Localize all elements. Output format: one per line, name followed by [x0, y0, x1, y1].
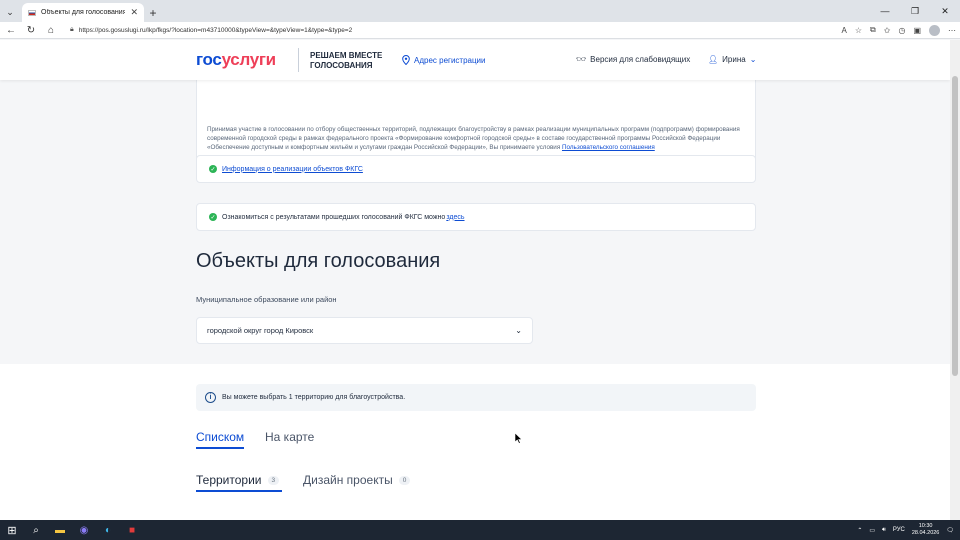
- user-name: Ирина: [722, 55, 746, 64]
- results-info-card: ✓ Ознакомиться с результатами прошедших …: [196, 203, 756, 231]
- design-count-badge: 0: [398, 475, 411, 485]
- clock-time: 10:30: [918, 523, 933, 529]
- recorder-app-icon[interactable]: ■: [120, 520, 144, 540]
- page-scrollbar[interactable]: [950, 40, 960, 520]
- restore-icon[interactable]: ❐: [900, 0, 930, 22]
- selection-notice: i Вы можете выбрать 1 территорию для бла…: [196, 384, 756, 411]
- volume-icon[interactable]: 🔊︎: [882, 527, 886, 534]
- clock-date: 28.04.2026: [911, 530, 940, 536]
- back-icon[interactable]: ←: [4, 23, 18, 37]
- tray-chevron-icon[interactable]: ⌃: [857, 527, 862, 534]
- municipality-select[interactable]: городской округ город Кировск ⌄: [196, 317, 533, 344]
- browser-tabstrip: ⌄ Объекты для голосования ✕ + — ❐ ✕: [0, 0, 960, 22]
- fkgs-info-card: ✓ Информация о реализации объектов ФКГС: [196, 155, 756, 183]
- flag-favicon-icon: [28, 9, 36, 16]
- new-tab-button[interactable]: +: [144, 3, 162, 22]
- logo-divider: [298, 48, 299, 72]
- municipality-select-value: городской округ город Кировск: [207, 326, 314, 335]
- file-explorer-icon[interactable]: ▬: [48, 520, 72, 540]
- page-viewport: Принимая участие в голосовании по отбору…: [0, 40, 950, 520]
- system-tray: ⌃ ▭ 🔊︎ РУС 10:30 28.04.2026 🗨︎: [857, 520, 960, 540]
- read-aloud-icon[interactable]: A: [842, 26, 847, 35]
- favorites-icon[interactable]: ✩: [884, 26, 891, 35]
- list-tab-underline: [196, 447, 244, 449]
- registration-address-link[interactable]: Адрес регистрации: [402, 55, 486, 65]
- home-icon[interactable]: ⌂: [44, 23, 58, 37]
- tab-actions-icon[interactable]: ⌄: [0, 2, 20, 22]
- history-icon[interactable]: ◷: [898, 26, 905, 35]
- check-circle-icon: ✓: [209, 213, 217, 221]
- address-bar[interactable]: 🔒︎ https://pos.gosuslugi.ru/lkp/fkgs/?lo…: [64, 23, 828, 37]
- browser-toolbar: ← ↻ ⌂ 🔒︎ https://pos.gosuslugi.ru/lkp/fk…: [0, 22, 960, 39]
- language-indicator[interactable]: РУС: [893, 527, 905, 533]
- tab-title: Объекты для голосования: [41, 9, 126, 16]
- site-header: госуслуги РЕШАЕМ ВМЕСТЕ ГОЛОСОВАНИЯ Адре…: [0, 40, 950, 80]
- extensions-icon[interactable]: ⧉: [870, 25, 876, 35]
- gosuslugi-logo[interactable]: госуслуги: [196, 50, 276, 70]
- edge-browser-icon[interactable]: ◐: [96, 520, 120, 540]
- taskbar: ⊞ ⌕ ▬ ◉ ◐ ■ ⌃ ▭ 🔊︎ РУС 10:30 28.04.2026 …: [0, 520, 960, 540]
- user-menu[interactable]: 👤︎ Ирина ⌄: [708, 55, 756, 64]
- profile-avatar[interactable]: [929, 24, 940, 36]
- location-pin-icon: [402, 55, 410, 65]
- toolbar-actions: A ☆ ⧉ ✩ ◷ ▣ ⋯: [842, 24, 956, 36]
- municipality-label: Муниципальное образование или район: [196, 295, 337, 304]
- results-link[interactable]: здесь: [446, 214, 464, 221]
- window-close-icon[interactable]: ✕: [930, 0, 960, 22]
- objects-section: i Вы можете выбрать 1 территорию для бла…: [0, 364, 950, 520]
- network-icon[interactable]: ▭: [869, 527, 875, 534]
- close-icon[interactable]: ✕: [130, 7, 138, 18]
- search-icon[interactable]: ⌕: [24, 520, 48, 540]
- chevron-down-icon: ⌄: [515, 326, 522, 335]
- tab-territories-label: Территории: [196, 473, 262, 487]
- favorite-star-icon[interactable]: ☆: [855, 26, 862, 35]
- notifications-icon[interactable]: 🗨︎: [946, 527, 954, 534]
- reload-icon[interactable]: ↻: [24, 23, 38, 37]
- slogan: РЕШАЕМ ВМЕСТЕ ГОЛОСОВАНИЯ: [310, 51, 383, 70]
- windows-start-icon[interactable]: ⊞: [0, 520, 24, 540]
- registration-address-label: Адрес регистрации: [414, 55, 486, 65]
- tab-design-projects[interactable]: Дизайн проекты 0: [303, 470, 411, 490]
- info-icon: i: [205, 392, 216, 403]
- minimize-icon[interactable]: —: [870, 0, 900, 22]
- glasses-icon: 👓︎: [576, 55, 587, 64]
- window-controls: — ❐ ✕: [870, 0, 960, 22]
- territories-count-badge: 3: [267, 475, 280, 485]
- chevron-down-icon: ⌄: [749, 55, 757, 64]
- check-circle-icon: ✓: [209, 165, 217, 173]
- user-agreement-link[interactable]: Пользовательского соглашения: [562, 144, 655, 151]
- tab-design-label: Дизайн проекты: [303, 473, 393, 487]
- consent-text: Принимая участие в голосовании по отбору…: [207, 126, 740, 151]
- lock-icon: 🔒︎: [70, 26, 74, 33]
- tab-map-view[interactable]: На карте: [265, 430, 314, 444]
- app-icon[interactable]: ◉: [72, 520, 96, 540]
- page-title: Объекты для голосования: [196, 250, 441, 272]
- clock[interactable]: 10:30 28.04.2026: [912, 523, 940, 537]
- scrollbar-thumb[interactable]: [952, 76, 958, 376]
- browser-tab[interactable]: Объекты для голосования ✕: [22, 3, 144, 22]
- collections-icon[interactable]: ▣: [913, 26, 921, 35]
- address-url: https://pos.gosuslugi.ru/lkp/fkgs/?locat…: [78, 26, 353, 34]
- more-menu-icon[interactable]: ⋯: [948, 26, 956, 35]
- mouse-cursor-icon: [515, 433, 523, 444]
- results-text: Ознакомиться с результатами прошедших го…: [222, 213, 446, 221]
- accessible-version-link[interactable]: 👓︎ Версия для слабовидящих: [576, 55, 690, 64]
- tab-territories[interactable]: Территории 3: [196, 470, 280, 490]
- user-icon: 👤︎: [708, 55, 719, 64]
- fkgs-info-link[interactable]: Информация о реализации объектов ФКГС: [222, 166, 363, 173]
- territories-tab-underline: [196, 490, 282, 492]
- accessible-version-label: Версия для слабовидящих: [590, 55, 691, 64]
- selection-notice-text: Вы можете выбрать 1 территорию для благо…: [222, 394, 406, 401]
- tab-list-view[interactable]: Списком: [196, 430, 244, 444]
